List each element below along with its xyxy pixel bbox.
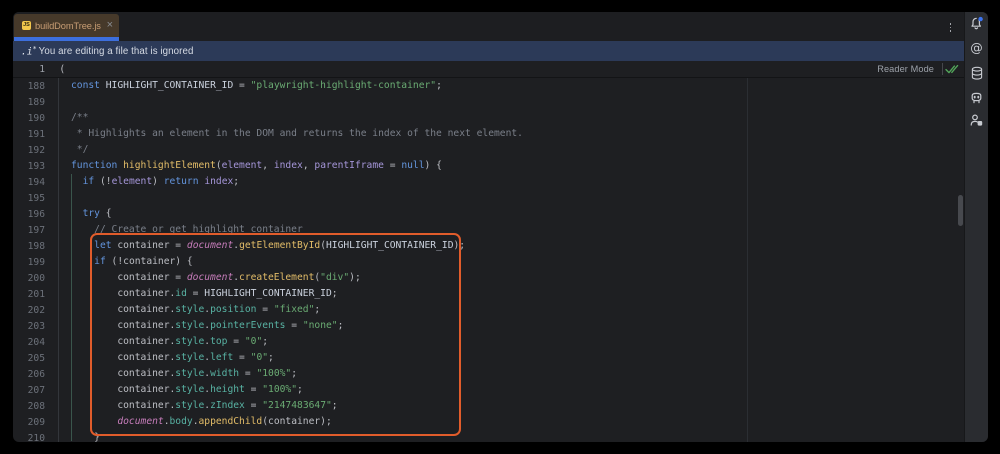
editor-pane: JS buildDomTree.js × .i* You are editing… — [13, 12, 964, 442]
javascript-file-icon: JS — [22, 21, 31, 30]
ide-screen: JS buildDomTree.js × .i* You are editing… — [0, 0, 1000, 454]
line-number: 192 — [13, 145, 58, 156]
vertical-scrollbar-thumb[interactable] — [958, 195, 963, 226]
code-text: container.style.pointerEvents = "none"; — [58, 318, 964, 334]
code-line-200: 200 container = document.createElement("… — [13, 270, 964, 286]
sticky-line-code: ( — [58, 64, 877, 75]
code-text: function highlightElement(element, index… — [58, 158, 964, 174]
inspections-ok-icon[interactable] — [945, 64, 959, 75]
code-line-201: 201 container.id = HIGHLIGHT_CONTAINER_I… — [13, 286, 964, 302]
ai-assistant-at-icon[interactable]: @ — [969, 41, 985, 55]
line-number: 197 — [13, 225, 58, 236]
line-number: 201 — [13, 289, 58, 300]
reader-mode-widget[interactable]: Reader Mode — [877, 63, 964, 75]
code-text: } — [58, 430, 964, 442]
code-text: document.body.appendChild(container); — [58, 414, 964, 430]
code-line-199: 199 if (!container) { — [13, 254, 964, 270]
code-line-188: 188 const HIGHLIGHT_CONTAINER_ID = "play… — [13, 78, 964, 94]
line-number: 191 — [13, 129, 58, 140]
code-text: // Create or get highlight container — [58, 222, 964, 238]
code-line-196: 196 try { — [13, 206, 964, 222]
ignored-file-banner: .i* You are editing a file that is ignor… — [13, 41, 964, 61]
line-number: 196 — [13, 209, 58, 220]
code-line-195: 195 — [13, 190, 964, 206]
ignore-file-icon: .i* — [21, 45, 37, 58]
code-text: container = document.createElement("div"… — [58, 270, 964, 286]
line-number: 198 — [13, 241, 58, 252]
editor-tab-bar: JS buildDomTree.js × — [13, 12, 964, 41]
sticky-line-number: 1 — [13, 64, 58, 75]
code-line-206: 206 container.style.width = "100%"; — [13, 366, 964, 382]
code-line-192: 192 */ — [13, 142, 964, 158]
code-line-207: 207 container.style.height = "100%"; — [13, 382, 964, 398]
code-with-me-users-icon[interactable] — [969, 113, 985, 127]
code-text: if (!container) { — [58, 254, 964, 270]
tab-close-icon[interactable]: × — [107, 21, 113, 30]
line-number: 206 — [13, 369, 58, 380]
line-number: 202 — [13, 305, 58, 316]
line-number: 188 — [13, 81, 58, 92]
notifications-bell-icon[interactable] — [969, 16, 985, 30]
sticky-line-row: 1 ( Reader Mode — [13, 61, 964, 78]
line-number: 208 — [13, 401, 58, 412]
tab-label: buildDomTree.js — [35, 21, 101, 31]
line-number: 194 — [13, 177, 58, 188]
code-text: container.style.width = "100%"; — [58, 366, 964, 382]
line-number: 193 — [13, 161, 58, 172]
code-text: container.style.position = "fixed"; — [58, 302, 964, 318]
kebab-menu-icon[interactable] — [948, 23, 953, 34]
ide-window: JS buildDomTree.js × .i* You are editing… — [13, 12, 988, 442]
code-line-194: 194 if (!element) return index; — [13, 174, 964, 190]
code-line-190: 190 /** — [13, 110, 964, 126]
copilot-robot-icon[interactable] — [969, 91, 985, 105]
line-number: 209 — [13, 417, 58, 428]
code-line-197: 197 // Create or get highlight container — [13, 222, 964, 238]
code-lines: 188 const HIGHLIGHT_CONTAINER_ID = "play… — [13, 78, 964, 442]
code-text: const HIGHLIGHT_CONTAINER_ID = "playwrig… — [58, 78, 964, 94]
line-number: 199 — [13, 257, 58, 268]
code-line-203: 203 container.style.pointerEvents = "non… — [13, 318, 964, 334]
code-line-193: 193 function highlightElement(element, i… — [13, 158, 964, 174]
code-text: container.style.height = "100%"; — [58, 382, 964, 398]
code-line-189: 189 — [13, 94, 964, 110]
database-icon[interactable] — [969, 66, 985, 80]
code-line-208: 208 container.style.zIndex = "2147483647… — [13, 398, 964, 414]
code-text: /** — [58, 110, 964, 126]
line-number: 195 — [13, 193, 58, 204]
code-text: if (!element) return index; — [58, 174, 964, 190]
code-text: let container = document.getElementById(… — [58, 238, 964, 254]
widget-separator — [942, 63, 943, 75]
code-text: */ — [58, 142, 964, 158]
code-text: try { — [58, 206, 964, 222]
at-glyph: @ — [970, 41, 983, 55]
line-number: 210 — [13, 433, 58, 443]
code-text: container.id = HIGHLIGHT_CONTAINER_ID; — [58, 286, 964, 302]
code-line-202: 202 container.style.position = "fixed"; — [13, 302, 964, 318]
active-tab-indicator — [14, 37, 119, 41]
line-number: 207 — [13, 385, 58, 396]
code-line-210: 210 } — [13, 430, 964, 442]
line-number: 200 — [13, 273, 58, 284]
code-text: * Highlights an element in the DOM and r… — [58, 126, 964, 142]
line-number: 189 — [13, 97, 58, 108]
tab-builddomtree-js[interactable]: JS buildDomTree.js × — [14, 14, 119, 37]
code-text: container.style.left = "0"; — [58, 350, 964, 366]
code-line-205: 205 container.style.left = "0"; — [13, 350, 964, 366]
code-editor[interactable]: 188 const HIGHLIGHT_CONTAINER_ID = "play… — [13, 78, 964, 442]
code-text: container.style.top = "0"; — [58, 334, 964, 350]
banner-message: You are editing a file that is ignored — [39, 46, 194, 57]
right-tool-window-stripe: @ — [964, 12, 988, 442]
code-line-191: 191 * Highlights an element in the DOM a… — [13, 126, 964, 142]
code-line-204: 204 container.style.top = "0"; — [13, 334, 964, 350]
line-number: 205 — [13, 353, 58, 364]
line-number: 190 — [13, 113, 58, 124]
reader-mode-label: Reader Mode — [877, 64, 934, 74]
line-number: 204 — [13, 337, 58, 348]
code-text: container.style.zIndex = "2147483647"; — [58, 398, 964, 414]
code-line-198: 198 let container = document.getElementB… — [13, 238, 964, 254]
code-line-209: 209 document.body.appendChild(container)… — [13, 414, 964, 430]
line-number: 203 — [13, 321, 58, 332]
